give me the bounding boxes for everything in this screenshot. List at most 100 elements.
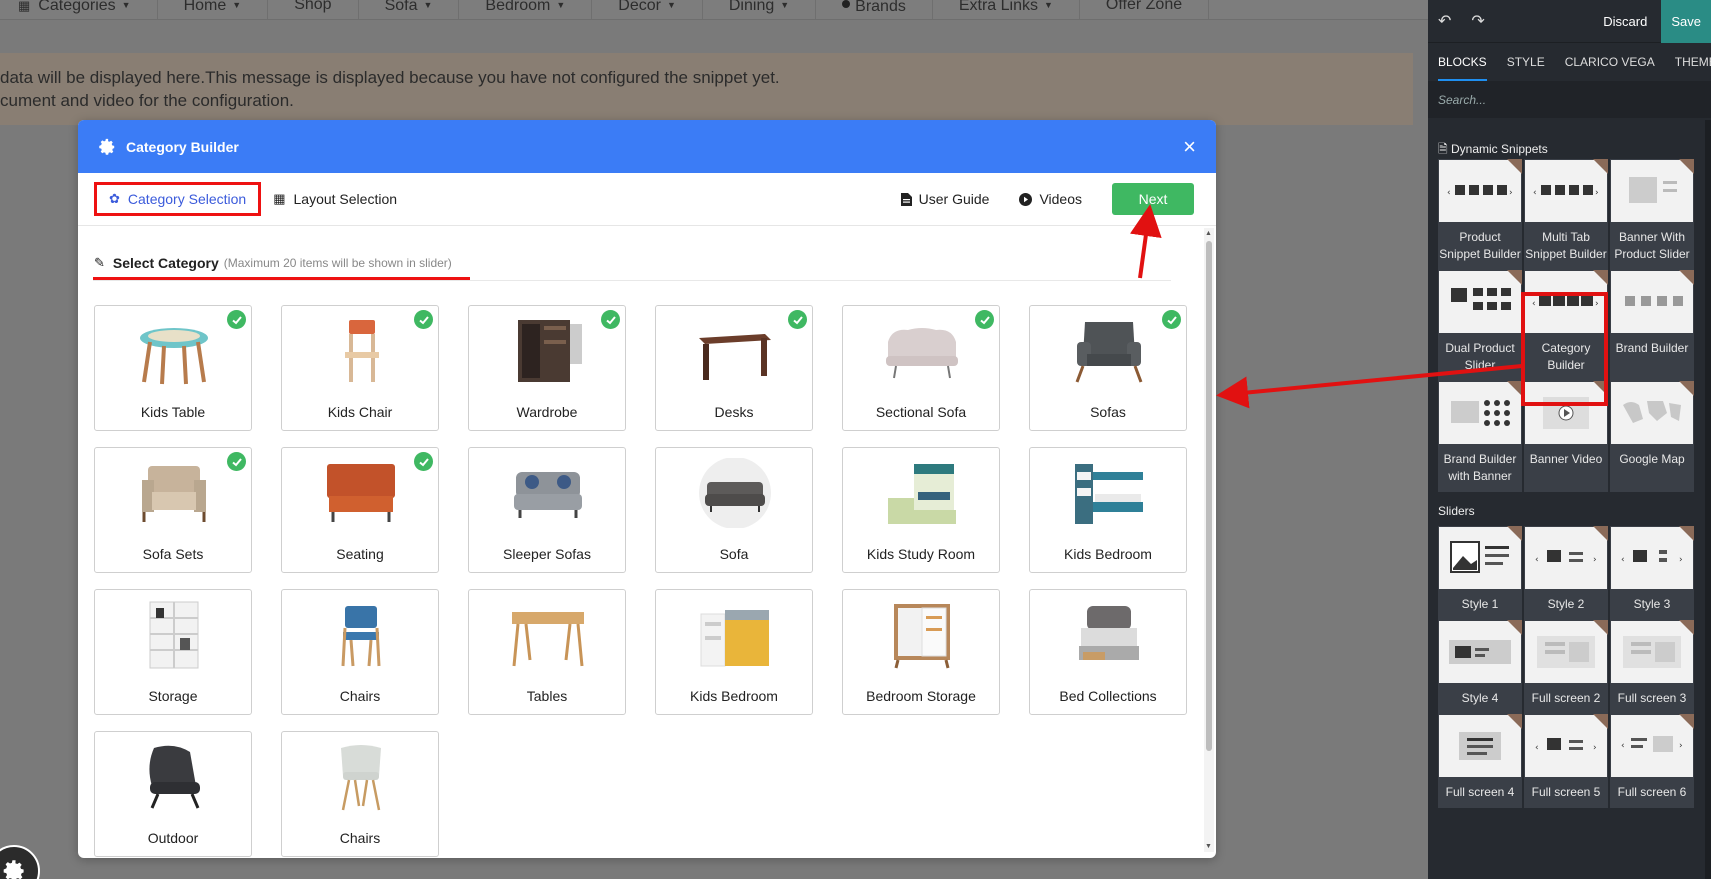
nav-item-dining[interactable]: Dining ▼ <box>703 0 817 19</box>
shelf-icon <box>134 600 214 670</box>
scroll-down-icon[interactable]: ▼ <box>1205 843 1212 850</box>
grid-icon: ▦ <box>18 0 31 13</box>
close-icon[interactable]: × <box>1183 135 1196 158</box>
category-card[interactable]: Bed Collections <box>1029 589 1187 715</box>
tab-theme[interactable]: THEME <box>1675 43 1711 81</box>
check-circle-icon <box>601 310 620 329</box>
snippet-dual-slider[interactable]: Dual Product Slider <box>1438 270 1522 381</box>
category-card[interactable]: Kids Chair <box>281 305 439 431</box>
nav-item-home[interactable]: Home ▼ <box>158 0 269 19</box>
snippet-label: Multi Tab Snippet Builder <box>1525 230 1607 261</box>
snippet-slider-s3[interactable]: ‹ › Style 3 <box>1610 526 1694 620</box>
nav-item-decor[interactable]: Decor ▼ <box>592 0 703 19</box>
save-button[interactable]: Save <box>1661 0 1711 43</box>
category-card[interactable]: Sofas <box>1029 305 1187 431</box>
premium-corner-icon <box>1593 714 1608 729</box>
lounge-chair-icon <box>134 742 214 812</box>
snippet-slider-f6[interactable]: ‹ › Full screen 6 <box>1610 714 1694 808</box>
snippet-slider-f4[interactable]: Full screen 4 <box>1438 714 1522 808</box>
document-icon <box>900 192 912 206</box>
panel-scrollbar[interactable] <box>1705 120 1711 879</box>
tab-layout-selection[interactable]: ▦ Layout Selection <box>261 182 409 216</box>
category-card[interactable]: Kids Bedroom <box>1029 447 1187 573</box>
category-card[interactable]: Outdoor <box>94 731 252 857</box>
snippet-category-builder[interactable]: ‹ › Category Builder <box>1524 270 1608 381</box>
snippet-slider-f5[interactable]: ‹ › Full screen 5 <box>1524 714 1608 808</box>
snippet-slider-s1[interactable]: Style 1 <box>1438 526 1522 620</box>
tab-blocks[interactable]: BLOCKS <box>1438 43 1487 81</box>
category-card[interactable]: Wardrobe <box>468 305 626 431</box>
dot-icon <box>842 0 851 8</box>
snippet-video[interactable]: Banner Video <box>1524 381 1608 492</box>
tab-style[interactable]: STYLE <box>1507 43 1545 81</box>
kids-study-icon <box>882 458 962 528</box>
nav-item-bedroom[interactable]: Bedroom ▼ <box>459 0 593 19</box>
videos-link[interactable]: Videos <box>1019 191 1082 207</box>
category-card[interactable]: Storage <box>94 589 252 715</box>
snippet-product-slider[interactable]: ‹ › Product Snippet Builder <box>1438 159 1522 270</box>
file-icon: 🗎 <box>1438 142 1448 156</box>
snippet-slider-f2[interactable]: Full screen 2 <box>1524 620 1608 714</box>
category-card[interactable]: Sofa <box>655 447 813 573</box>
premium-corner-icon <box>1507 714 1522 729</box>
snippet-label: Full screen 3 <box>1617 691 1687 705</box>
modal-header: Category Builder × <box>78 120 1216 173</box>
snippet-brand-banner[interactable]: Brand Builder with Banner <box>1438 381 1522 492</box>
undo-icon[interactable]: ↶ <box>1438 11 1451 31</box>
next-button[interactable]: Next <box>1112 183 1194 215</box>
sectional-sofa-icon <box>882 316 962 386</box>
modal-scrollbar[interactable]: ▲ ▼ <box>1204 228 1214 852</box>
category-card[interactable]: Kids Bedroom <box>655 589 813 715</box>
loft-bed-icon <box>695 600 775 670</box>
layout-grid-icon: ▦ <box>273 191 286 206</box>
gear-icon <box>99 138 115 155</box>
category-card[interactable]: Sleeper Sofas <box>468 447 626 573</box>
snippet-brand-builder[interactable]: Brand Builder <box>1610 270 1694 381</box>
snippet-label: Banner With Product Slider <box>1614 230 1690 261</box>
tab-clarico-vega[interactable]: CLARICO VEGA <box>1565 43 1655 81</box>
nav-item-shop[interactable]: Shop <box>268 0 359 19</box>
category-card[interactable]: Seating <box>281 447 439 573</box>
nav-item-categories[interactable]: ▦ Categories ▼ <box>0 0 158 19</box>
category-card[interactable]: Desks <box>655 305 813 431</box>
category-card[interactable]: Kids Study Room <box>842 447 1000 573</box>
category-card[interactable]: Kids Table <box>94 305 252 431</box>
nav-item-brands[interactable]: Brands <box>816 0 933 19</box>
scroll-up-icon[interactable]: ▲ <box>1205 230 1212 237</box>
category-card[interactable]: Tables <box>468 589 626 715</box>
snippet-slider-f3[interactable]: Full screen 3 <box>1610 620 1694 714</box>
snippet-banner-slider[interactable]: Banner With Product Slider <box>1610 159 1694 270</box>
sliders-heading: Sliders <box>1438 504 1475 518</box>
snippet-notice: data will be displayed here.This message… <box>0 53 1413 125</box>
snippet-label: Banner Video <box>1529 452 1603 466</box>
redo-icon[interactable]: ↷ <box>1471 11 1484 31</box>
tab-category-selection[interactable]: ✿ Category Selection <box>94 182 262 216</box>
snippet-multi-tab[interactable]: ‹ › Multi Tab Snippet Builder <box>1524 159 1608 270</box>
premium-corner-icon <box>1679 270 1694 285</box>
desk-icon <box>695 316 775 386</box>
user-guide-link[interactable]: User Guide <box>900 191 989 207</box>
sofa-icon <box>695 458 775 528</box>
nav-item-extra-links[interactable]: Extra Links ▼ <box>933 0 1080 19</box>
category-label: Wardrobe <box>516 404 578 420</box>
scrollbar-thumb[interactable] <box>1206 241 1212 751</box>
category-card[interactable]: Chairs <box>281 589 439 715</box>
snippet-map[interactable]: Google Map <box>1610 381 1694 492</box>
discard-button[interactable]: Discard <box>1603 14 1647 29</box>
snippet-slider-s4[interactable]: Style 4 <box>1438 620 1522 714</box>
premium-corner-icon <box>1507 270 1522 285</box>
svg-text:‹: ‹ <box>1621 741 1625 751</box>
category-card[interactable]: Sofa Sets <box>94 447 252 573</box>
category-card[interactable]: Sectional Sofa <box>842 305 1000 431</box>
snippet-slider-s2[interactable]: ‹ › Style 2 <box>1524 526 1608 620</box>
nav-item-sofa[interactable]: Sofa ▼ <box>359 0 460 19</box>
premium-corner-icon <box>1679 159 1694 174</box>
nav-item-offer-zone[interactable]: Offer Zone <box>1080 0 1210 19</box>
dynamic-snippets-heading: 🗎 Dynamic Snippets <box>1438 142 1548 156</box>
svg-text:‹: ‹ <box>1535 555 1539 565</box>
category-card[interactable]: Bedroom Storage <box>842 589 1000 715</box>
search-input[interactable]: Search... <box>1428 81 1711 118</box>
category-card[interactable]: Chairs <box>281 731 439 857</box>
settings-gear-icon[interactable] <box>0 845 40 879</box>
svg-text:›: › <box>1593 743 1597 753</box>
